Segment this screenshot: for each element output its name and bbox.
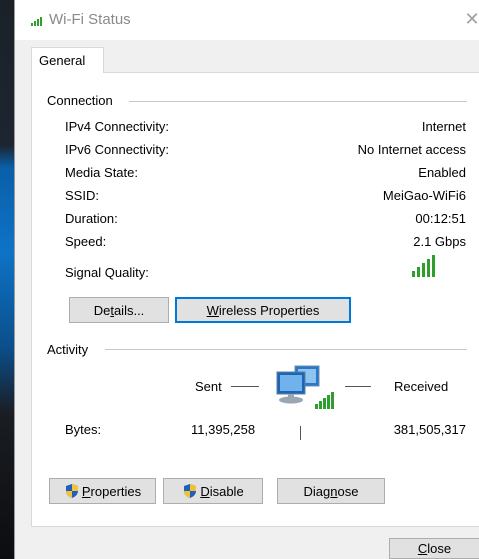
window-title: Wi-Fi Status bbox=[49, 11, 131, 28]
speed-label: Speed: bbox=[65, 234, 107, 249]
properties-button[interactable]: Properties bbox=[49, 478, 156, 504]
diagnose-button[interactable]: Diagnose bbox=[277, 478, 385, 504]
title-bar[interactable]: Wi-Fi Status ✕ bbox=[15, 0, 479, 40]
signal-quality-meter bbox=[412, 255, 435, 277]
media-state-label: Media State: bbox=[65, 165, 138, 180]
duration-value: 00:12:51 bbox=[415, 211, 466, 226]
connection-divider bbox=[129, 101, 467, 102]
media-state-value: Enabled bbox=[418, 165, 466, 180]
diagnose-button-label: Diagnose bbox=[303, 483, 359, 499]
bytes-sent-value: 11,395,258 bbox=[191, 422, 256, 437]
disable-button[interactable]: Disable bbox=[163, 478, 263, 504]
ssid-label: SSID: bbox=[65, 188, 99, 203]
ipv4-value: Internet bbox=[421, 119, 466, 134]
signal-bar bbox=[412, 271, 415, 277]
close-icon[interactable]: ✕ bbox=[464, 8, 479, 30]
close-button-label: Close bbox=[417, 541, 452, 556]
uac-shield-icon bbox=[184, 484, 197, 498]
bytes-label: Bytes: bbox=[65, 422, 102, 437]
activity-group-label: Activity bbox=[47, 342, 89, 357]
details-button[interactable]: Details... bbox=[69, 297, 169, 323]
activity-link-line bbox=[300, 426, 301, 440]
duration-label: Duration: bbox=[65, 211, 118, 226]
received-line bbox=[345, 386, 371, 387]
tab-label: General bbox=[39, 53, 86, 68]
wifi-status-dialog: Wi-Fi Status ✕ General Connection IPv4 C… bbox=[14, 0, 479, 559]
properties-button-label: Properties bbox=[81, 483, 142, 499]
ipv6-label: IPv6 Connectivity: bbox=[65, 142, 170, 157]
wireless-properties-button[interactable]: Wireless Properties bbox=[175, 297, 351, 323]
activity-divider bbox=[105, 349, 467, 350]
sent-label: Sent bbox=[195, 379, 222, 394]
tab-general[interactable]: General bbox=[31, 47, 104, 73]
signal-bar bbox=[417, 267, 420, 277]
received-label: Received bbox=[394, 379, 449, 394]
sent-line bbox=[231, 386, 259, 387]
network-computers-icon bbox=[276, 365, 334, 409]
disable-button-label: Disable bbox=[200, 483, 244, 499]
signal-bar bbox=[422, 263, 425, 277]
close-button[interactable]: Close bbox=[389, 538, 479, 559]
speed-value: 2.1 Gbps bbox=[413, 234, 466, 249]
ssid-value: MeiGao-WiFi6 bbox=[382, 188, 466, 203]
ipv4-label: IPv4 Connectivity: bbox=[65, 119, 170, 134]
uac-shield-icon bbox=[65, 484, 78, 498]
wifi-signal-icon bbox=[31, 17, 42, 26]
ipv6-value: No Internet access bbox=[357, 142, 466, 157]
connection-group-label: Connection bbox=[47, 93, 113, 108]
signal-quality-label: Signal Quality: bbox=[65, 265, 149, 280]
wireless-properties-label: Wireless Properties bbox=[206, 302, 320, 318]
details-button-label: Details... bbox=[93, 302, 145, 318]
signal-bar bbox=[432, 255, 435, 277]
bytes-received-value: 381,505,317 bbox=[393, 422, 466, 437]
signal-bar bbox=[427, 259, 430, 277]
